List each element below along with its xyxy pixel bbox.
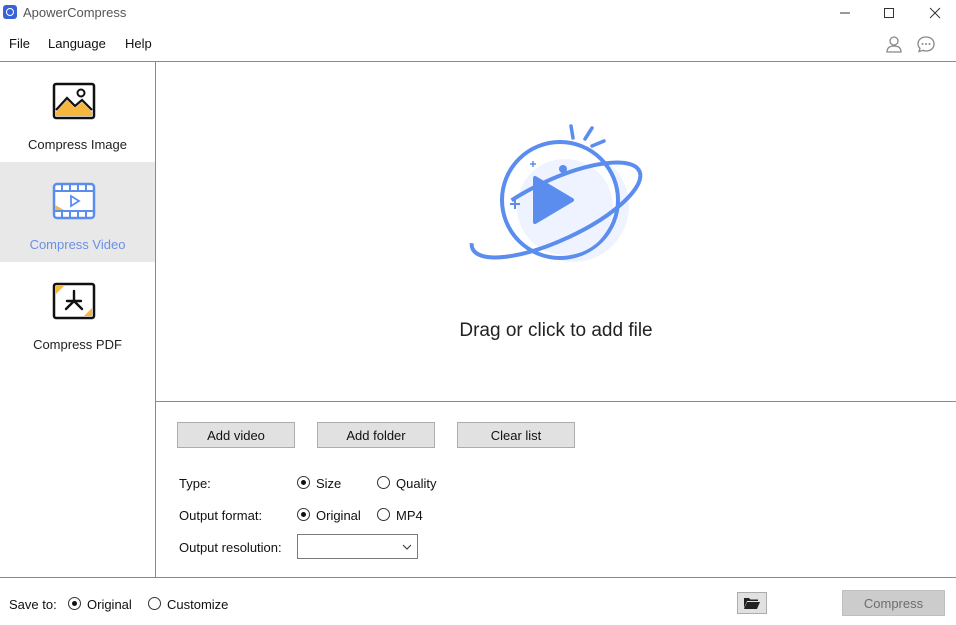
save-to-label: Save to: <box>9 597 57 612</box>
title-bar: ApowerCompress <box>0 0 956 26</box>
add-folder-button[interactable]: Add folder <box>317 422 435 448</box>
type-quality-label[interactable]: Quality <box>396 476 436 491</box>
type-size-radio[interactable] <box>297 476 310 489</box>
app-logo-icon <box>3 5 17 19</box>
bottom-divider <box>0 577 956 578</box>
user-icon[interactable] <box>884 34 904 54</box>
format-mp4-label[interactable]: MP4 <box>396 508 423 523</box>
output-resolution-label: Output resolution: <box>179 540 282 555</box>
compress-button[interactable]: Compress <box>842 590 945 616</box>
type-label: Type: <box>179 476 211 491</box>
type-size-label[interactable]: Size <box>316 476 341 491</box>
chevron-down-icon <box>402 544 412 550</box>
save-original-radio[interactable] <box>68 597 81 610</box>
type-quality-radio[interactable] <box>377 476 390 489</box>
sidebar-item-compress-image[interactable]: Compress Image <box>0 62 155 162</box>
sidebar: Compress Image Compress Video Compress P… <box>0 62 155 577</box>
planet-play-icon <box>469 124 643 262</box>
middle-divider <box>156 401 956 402</box>
minimize-button[interactable] <box>822 0 868 26</box>
drop-instruction: Drag or click to add file <box>459 320 653 341</box>
sidebar-item-compress-pdf[interactable]: Compress PDF <box>0 262 155 362</box>
menu-file[interactable]: File <box>9 36 30 51</box>
sidebar-item-label: Compress Video <box>29 237 126 252</box>
format-mp4-radio[interactable] <box>377 508 390 521</box>
folder-open-icon <box>744 598 760 609</box>
close-icon <box>929 7 941 19</box>
format-original-label[interactable]: Original <box>316 508 361 523</box>
sidebar-item-compress-video[interactable]: Compress Video <box>0 162 155 262</box>
maximize-button[interactable] <box>866 0 912 26</box>
sidebar-item-label: Compress Image <box>28 137 127 152</box>
minimize-icon <box>840 12 850 14</box>
sidebar-item-label: Compress PDF <box>33 337 122 352</box>
video-icon <box>52 182 96 220</box>
output-resolution-select[interactable] <box>297 534 418 559</box>
menu-language[interactable]: Language <box>48 36 106 51</box>
pdf-icon <box>52 282 96 320</box>
menu-help[interactable]: Help <box>125 36 152 51</box>
maximize-icon <box>884 8 894 18</box>
save-customize-label[interactable]: Customize <box>167 597 228 612</box>
image-icon <box>52 82 96 120</box>
add-video-button[interactable]: Add video <box>177 422 295 448</box>
output-format-label: Output format: <box>179 508 263 523</box>
save-customize-radio[interactable] <box>148 597 161 610</box>
close-button[interactable] <box>912 0 956 26</box>
menu-bar: File Language Help <box>0 32 956 56</box>
format-original-radio[interactable] <box>297 508 310 521</box>
save-original-label[interactable]: Original <box>87 597 132 612</box>
chat-icon[interactable] <box>916 34 936 54</box>
window-title: ApowerCompress <box>23 5 127 20</box>
open-folder-button[interactable] <box>737 592 767 614</box>
clear-list-button[interactable]: Clear list <box>457 422 575 448</box>
file-drop-zone[interactable]: Drag or click to add file <box>156 62 956 401</box>
